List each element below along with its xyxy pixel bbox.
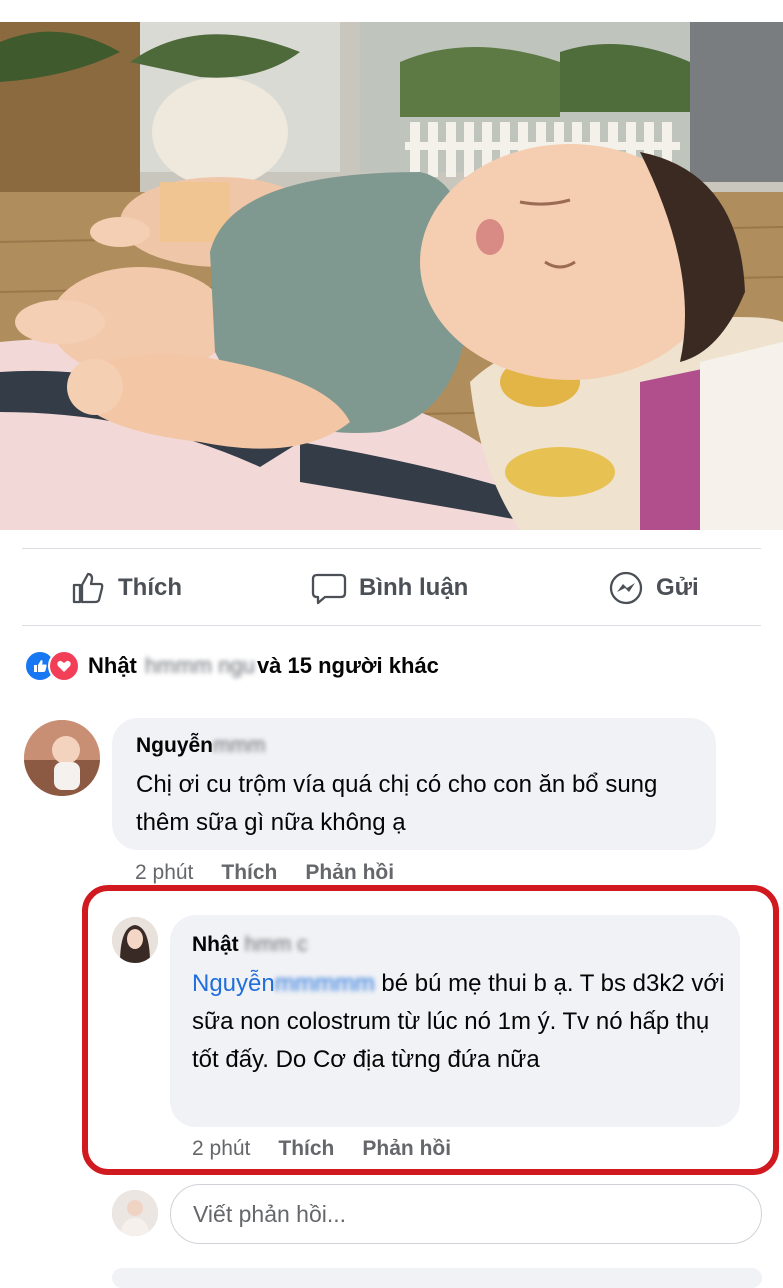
reply-meta: 2 phút Thích Phản hồi bbox=[192, 1137, 451, 1161]
send-label: Gửi bbox=[656, 574, 699, 601]
post-action-bar: Thích Bình luận Gửi bbox=[0, 558, 783, 618]
reply-author[interactable]: Nhật hmm c bbox=[192, 933, 308, 957]
comment-label: Bình luận bbox=[359, 574, 469, 601]
reactor-name: Nhật bbox=[88, 653, 137, 678]
reply-bubble: Nhật hmm c Nguyễnmmmmm bé bú mẹ thui b ạ.… bbox=[170, 915, 740, 1127]
reply-text: Nguyễnmmmmm bé bú mẹ thui b ạ. T bs d3k2… bbox=[192, 965, 727, 1079]
reply-time: 2 phút bbox=[192, 1137, 251, 1160]
comment-time: 2 phút bbox=[135, 861, 194, 884]
reply-input[interactable]: Viết phản hồi... bbox=[170, 1184, 762, 1244]
reactions-count-text: và 15 người khác bbox=[256, 653, 439, 678]
comment-meta: 2 phút Thích Phản hồi bbox=[135, 861, 394, 885]
avatar[interactable] bbox=[112, 917, 158, 963]
divider bbox=[22, 548, 761, 549]
avatar bbox=[112, 1190, 158, 1236]
speech-bubble-icon bbox=[311, 573, 347, 605]
thumbs-up-icon bbox=[72, 572, 104, 604]
next-comment-preview bbox=[112, 1268, 762, 1288]
avatar[interactable] bbox=[24, 720, 100, 796]
post-photo[interactable] bbox=[0, 22, 783, 530]
like-label: Thích bbox=[118, 574, 182, 601]
messenger-icon bbox=[609, 571, 643, 605]
divider bbox=[22, 625, 761, 626]
send-button[interactable]: Gửi bbox=[608, 558, 699, 618]
love-reaction-icon bbox=[48, 650, 80, 682]
reactor-name-blurred: hmmm ngu bbox=[144, 653, 255, 678]
comment-author[interactable]: Nguyễnmmm bbox=[136, 734, 266, 758]
reactions-summary[interactable]: Nhật hmmm ngu và 15 người khác bbox=[24, 646, 439, 686]
reply-input-placeholder: Viết phản hồi... bbox=[193, 1200, 347, 1227]
reply-like-link[interactable]: Thích bbox=[278, 1137, 334, 1161]
comment-like-link[interactable]: Thích bbox=[221, 861, 277, 885]
comment-text: Chị ơi cu trộm vía quá chị có cho con ăn… bbox=[136, 771, 658, 836]
mention-link[interactable]: Nguyễnmmmmm bbox=[192, 970, 375, 997]
comment-reply-link[interactable]: Phản hồi bbox=[305, 861, 394, 885]
comment-button[interactable]: Bình luận bbox=[311, 558, 468, 618]
comment-bubble: Nguyễnmmm Chị ơi cu trộm vía quá chị có … bbox=[112, 718, 716, 850]
sleeping-baby-photo bbox=[0, 22, 783, 530]
like-button[interactable]: Thích bbox=[70, 558, 182, 618]
reply-reply-link[interactable]: Phản hồi bbox=[362, 1137, 451, 1161]
